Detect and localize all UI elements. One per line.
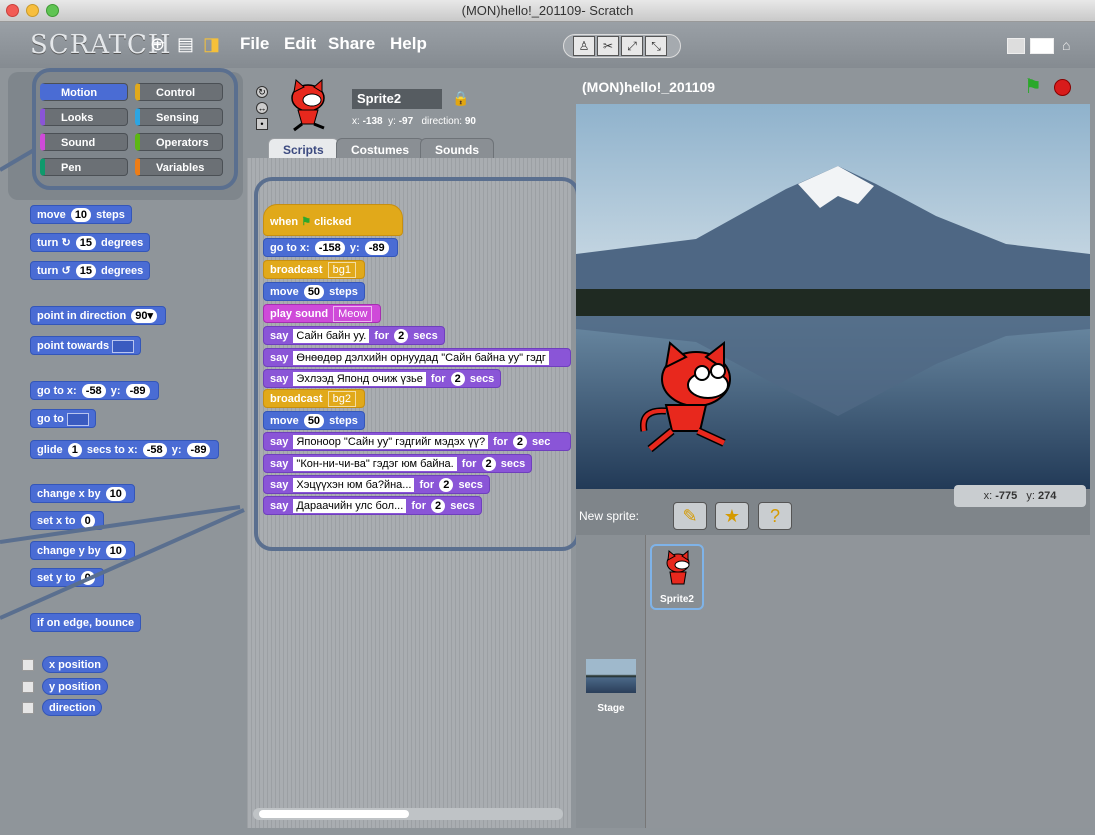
random-sprite-icon[interactable]: ? [758, 502, 792, 530]
script-say-5[interactable]: say "Кон-ни-чи-ва" гэдэг юм байна. for 2… [263, 454, 533, 473]
small-stage-icon[interactable] [1007, 38, 1025, 54]
scripts-scrollbar[interactable] [253, 808, 563, 820]
sprite2-thumbnail-icon [666, 550, 690, 585]
flip-style-icon[interactable]: ↔ [256, 102, 268, 114]
shrink-tool-icon[interactable]: ⤡ [645, 36, 667, 56]
share-icon[interactable]: ◨ [203, 34, 220, 55]
minimize-button[interactable] [26, 4, 39, 17]
globe-icon[interactable]: ⊕ [150, 34, 165, 55]
new-sprite-bar: New sprite: x: -775 y: 274 [576, 485, 1090, 535]
stage-thumbnail[interactable] [586, 659, 636, 693]
script-play-sound[interactable]: play sound Meow [263, 304, 382, 323]
menu-edit[interactable]: Edit [284, 34, 316, 54]
choose-new-sprite-icon[interactable]: ★ [715, 502, 749, 530]
stage[interactable] [576, 104, 1090, 489]
sprite-name-field[interactable]: Sprite2 [352, 89, 442, 109]
script-move-2[interactable]: move 50 steps [263, 411, 365, 430]
checkbox-y-position[interactable] [22, 681, 34, 693]
stage-header: (MON)hello!_201109 ⚑ [576, 72, 1090, 104]
zoom-button[interactable] [46, 4, 59, 17]
project-title: (MON)hello!_201109 [582, 79, 716, 95]
script-broadcast-bg2[interactable]: broadcast bg2 [263, 389, 365, 408]
menu-bar: SCRATCH ⊕ ▤ ◨ File Edit Share Help ♙ ✂ ⤢… [0, 22, 1095, 68]
script-say-4[interactable]: say Японоор "Сайн уу" гэдгийг мэдэх үү? … [263, 432, 571, 451]
tab-costumes[interactable]: Costumes [336, 138, 425, 160]
script-go-to-xy[interactable]: go to x: -158 y: -89 [263, 238, 398, 257]
script-say-3[interactable]: say Эхлээд Японд очиж үзье for 2 secs [263, 369, 502, 388]
script-say-7[interactable]: say Дараачийн улс бол... for 2 secs [263, 496, 482, 515]
script-say-2[interactable]: say Өнөөдөр дэлхийн орнуудад "Сайн байна… [263, 348, 571, 367]
mouse-coords: x: -775 y: 274 [954, 485, 1086, 507]
presentation-mode-icon[interactable]: ⌂ [1062, 38, 1080, 54]
when-flag-clicked-block[interactable]: when ⚑ clicked [263, 204, 403, 236]
sprite-thumbnail-icon [291, 78, 325, 132]
duplicate-tool-icon[interactable]: ♙ [573, 36, 595, 56]
reporter-y-position[interactable]: y position [42, 678, 108, 695]
menu-share[interactable]: Share [328, 34, 375, 54]
title-bar: (MON)hello!_201109- Scratch [0, 0, 1095, 22]
green-flag-icon: ⚑ [301, 216, 312, 228]
sprite-tile-sprite2[interactable]: Sprite2 [650, 544, 704, 610]
menu-help[interactable]: Help [390, 34, 427, 54]
checkbox-direction[interactable] [22, 702, 34, 714]
rotate-style-icon[interactable]: ↻ [256, 86, 268, 98]
scratch-window: (MON)hello!_201109- Scratch SCRATCH ⊕ ▤ … [0, 0, 1095, 835]
window-title: (MON)hello!_201109- Scratch [461, 3, 634, 18]
green-flag-button[interactable]: ⚑ [1024, 74, 1042, 99]
stage-label: Stage [597, 703, 625, 714]
delete-tool-icon[interactable]: ✂ [597, 36, 619, 56]
sprite2-label: Sprite2 [660, 594, 694, 605]
script-say-6[interactable]: say Хэцүүхэн юм ба?йна... for 2 secs [263, 475, 490, 494]
paint-new-sprite-icon[interactable]: ✎ [673, 502, 707, 530]
menu-file[interactable]: File [240, 34, 269, 54]
sprite-cat-on-stage[interactable] [636, 339, 746, 459]
lock-icon[interactable]: 🔒 [452, 90, 469, 107]
tab-scripts[interactable]: Scripts [268, 138, 339, 160]
script-say-1[interactable]: say Сайн байн уу. for 2 secs [263, 326, 445, 345]
sprite-coords: x: -138 y: -97 direction: 90 [352, 116, 476, 127]
stop-button[interactable] [1054, 79, 1071, 96]
script-move-1[interactable]: move 50 steps [263, 282, 365, 301]
callout-lines [0, 148, 245, 620]
stage-thumbnail-panel[interactable]: Stage [576, 535, 646, 828]
save-icon[interactable]: ▤ [177, 34, 194, 55]
scrollbar-thumb[interactable] [259, 810, 409, 818]
reporter-x-position[interactable]: x position [42, 656, 108, 673]
no-rotate-icon[interactable]: • [256, 118, 268, 130]
tab-sounds[interactable]: Sounds [420, 138, 494, 160]
close-button[interactable] [6, 4, 19, 17]
script-broadcast-bg1[interactable]: broadcast bg1 [263, 260, 365, 279]
normal-stage-icon[interactable] [1030, 38, 1054, 54]
new-sprite-label: New sprite: [579, 509, 640, 523]
checkbox-x-position[interactable] [22, 659, 34, 671]
grow-tool-icon[interactable]: ⤢ [621, 36, 643, 56]
reporter-direction[interactable]: direction [42, 699, 103, 716]
